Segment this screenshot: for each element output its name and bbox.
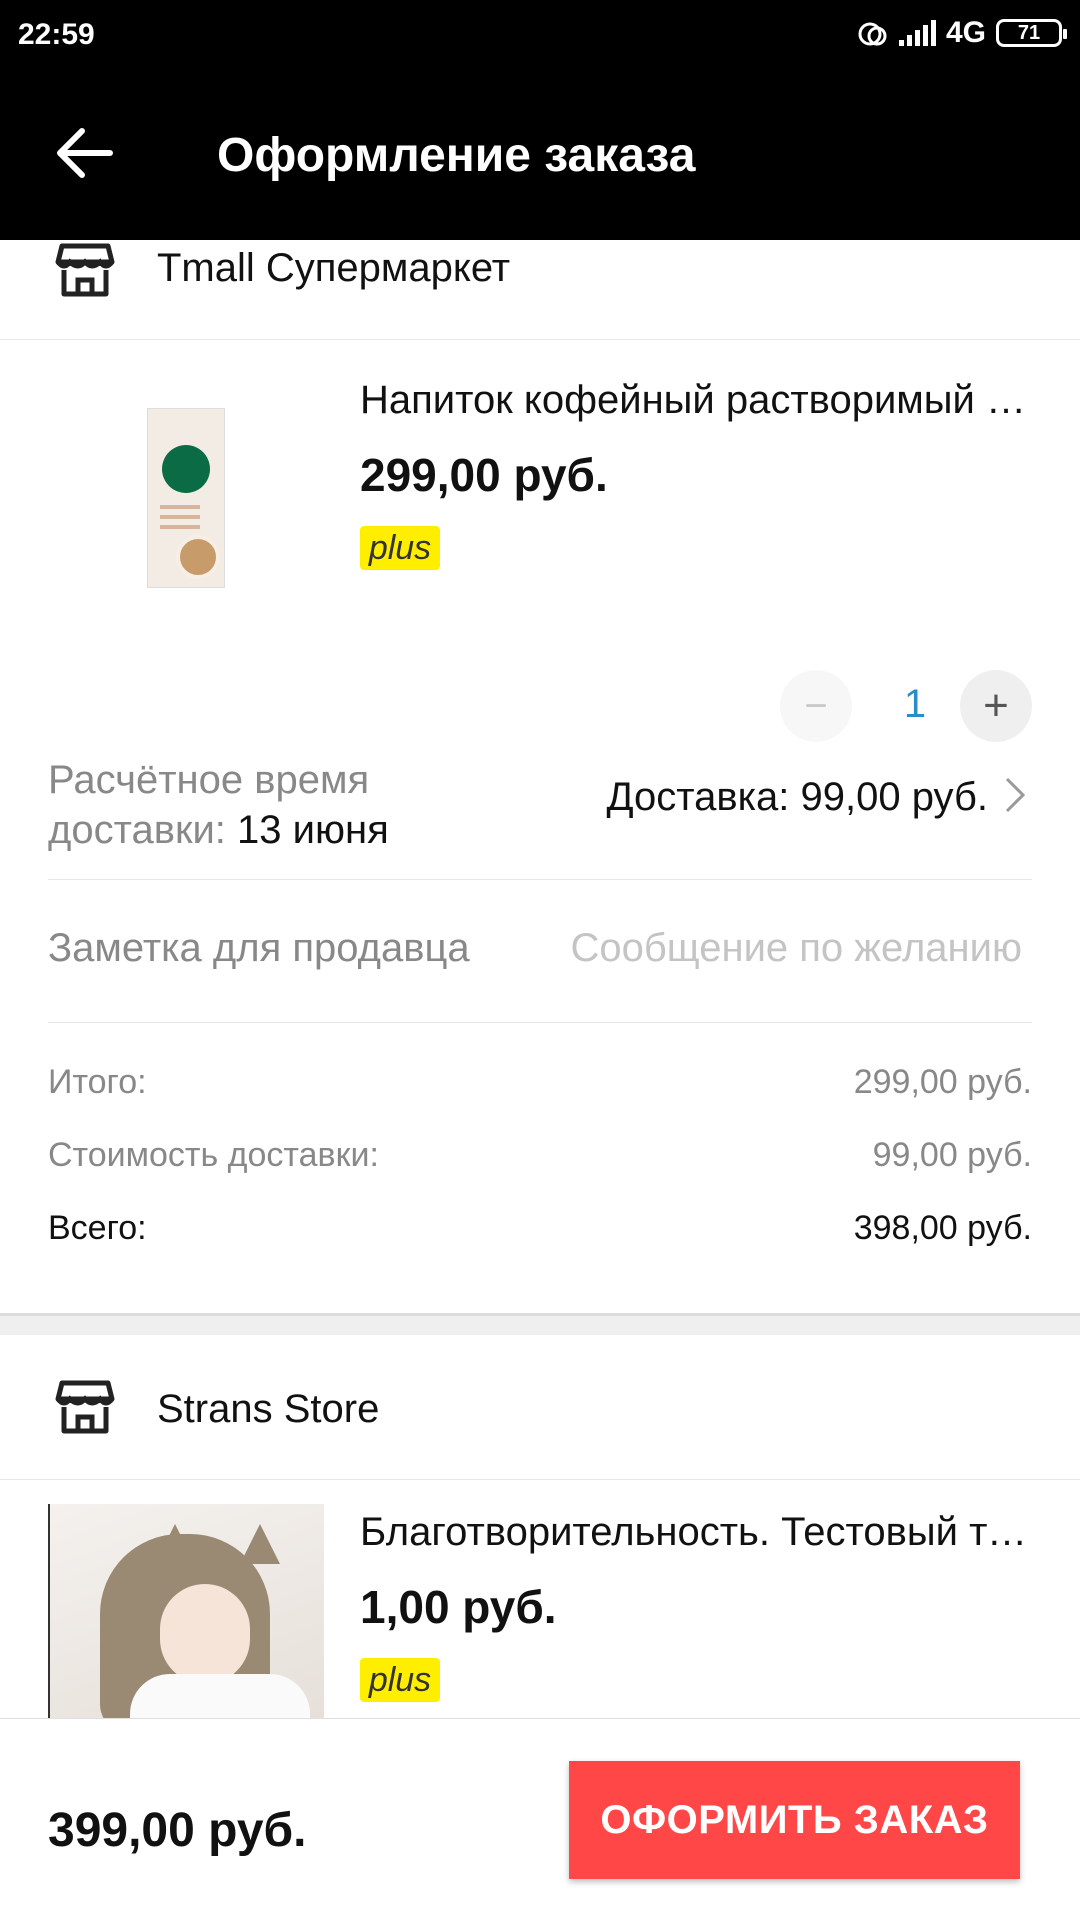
- grand-total: 399,00 руб.: [48, 1804, 307, 1857]
- total-value: 398,00 руб.: [853, 1209, 1032, 1247]
- store-name: Tmall Супермаркет: [157, 246, 511, 290]
- store-header-strans[interactable]: Strans Store: [0, 1335, 1080, 1480]
- hotspot-icon: [858, 22, 887, 46]
- delivery-price: Доставка: 99,00 руб.: [606, 775, 988, 819]
- product-price: 299,00 руб.: [360, 449, 608, 501]
- subtotal-label: Итого:: [48, 1063, 147, 1101]
- order-totals: Итого: 299,00 руб. Стоимость доставки: 9…: [0, 1023, 1080, 1313]
- app-bar: Оформление заказа: [0, 72, 1080, 240]
- section-divider: [0, 1313, 1080, 1335]
- subtotal-value: 299,00 руб.: [853, 1063, 1032, 1101]
- delivery-date: 13 июня: [237, 808, 389, 852]
- back-arrow-icon[interactable]: [50, 118, 120, 188]
- store-header-tmall[interactable]: Tmall Супермаркет: [0, 240, 1080, 340]
- increase-quantity-button[interactable]: +: [960, 670, 1032, 742]
- product-price: 1,00 руб.: [360, 1581, 557, 1633]
- delivery-row[interactable]: Расчётное время доставки: 13 июня Достав…: [48, 735, 1032, 880]
- checkout-bar: 399,00 руб. ОФОРМИТЬ ЗАКАЗ: [0, 1718, 1080, 1920]
- shipping-cost-label: Стоимость доставки:: [48, 1136, 379, 1174]
- status-bar: 22:59 4G 71: [0, 0, 1080, 72]
- decrease-quantity-button[interactable]: −: [780, 670, 852, 742]
- page-title: Оформление заказа: [217, 129, 696, 182]
- cart-item: Напиток кофейный растворимый Starbucks C…: [0, 340, 1080, 742]
- product-title[interactable]: Напиток кофейный растворимый Starbucks C…: [360, 378, 1030, 423]
- battery-level: 71: [1017, 21, 1041, 44]
- product-title[interactable]: Благотворительность. Тестовый товар: [360, 1510, 1030, 1555]
- signal-icon: [898, 20, 936, 46]
- plus-badge: plus: [360, 1658, 440, 1702]
- store-icon: [55, 243, 115, 297]
- product-image[interactable]: [147, 408, 225, 588]
- plus-badge: plus: [360, 526, 440, 570]
- delivery-time-label: Расчётное время доставки: 13 июня: [48, 755, 468, 855]
- store-name: Strans Store: [157, 1387, 380, 1431]
- seller-note-input[interactable]: [522, 918, 1022, 978]
- cart-item: Благотворительность. Тестовый товар 1,00…: [0, 1480, 1080, 1718]
- order-content[interactable]: Tmall Супермаркет Напиток кофейный раств…: [0, 240, 1080, 1718]
- status-icons: 4G 71: [857, 16, 1067, 50]
- quantity-value: 1: [903, 682, 927, 726]
- place-order-button[interactable]: ОФОРМИТЬ ЗАКАЗ: [569, 1761, 1020, 1879]
- chevron-right-icon: [1005, 777, 1026, 813]
- store-icon: [55, 1380, 115, 1434]
- product-image[interactable]: [48, 1504, 324, 1718]
- seller-note-label: Заметка для продавца: [48, 926, 470, 970]
- battery-icon: 71: [996, 19, 1067, 47]
- total-label: Всего:: [48, 1209, 147, 1247]
- seller-note-row: Заметка для продавца: [48, 880, 1032, 1023]
- shipping-cost-value: 99,00 руб.: [872, 1136, 1032, 1174]
- status-time: 22:59: [18, 18, 95, 51]
- network-type: 4G: [945, 16, 986, 49]
